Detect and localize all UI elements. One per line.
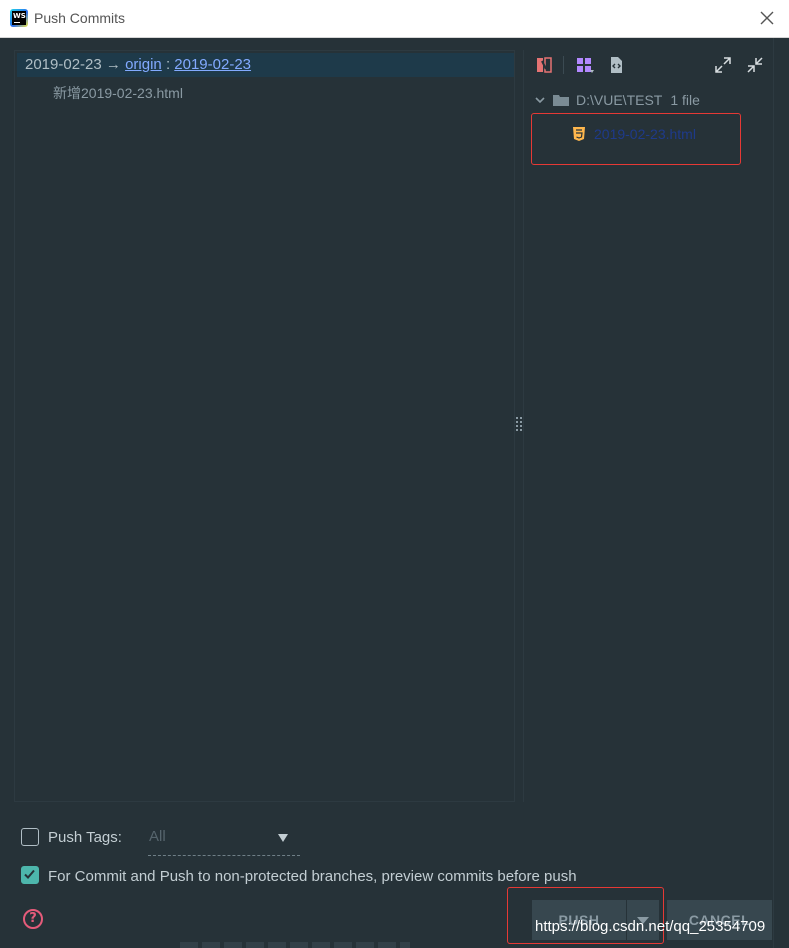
side-scroll-strip bbox=[773, 38, 789, 948]
branch-separator: : bbox=[165, 56, 171, 73]
watermark-text: https://blog.csdn.net/qq_25354709 bbox=[535, 918, 766, 935]
show-diff-icon[interactable] bbox=[606, 55, 626, 75]
commit-list-item[interactable]: 新增2019-02-23.html bbox=[53, 83, 183, 103]
push-tags-value: All bbox=[149, 828, 166, 845]
title-bar: WS Push Commits bbox=[0, 0, 789, 38]
highlight-box-push bbox=[507, 887, 664, 944]
push-tags-checkbox[interactable] bbox=[21, 828, 39, 846]
tree-root-path: D:\VUE\TEST bbox=[576, 92, 663, 108]
help-icon[interactable]: ? bbox=[23, 909, 43, 929]
window-title: Push Commits bbox=[34, 10, 126, 26]
push-tags-label: Push Tags: bbox=[48, 829, 122, 846]
expand-all-icon[interactable] bbox=[713, 55, 733, 75]
chevron-down-icon[interactable] bbox=[534, 94, 546, 106]
tree-root-count: 1 file bbox=[670, 92, 700, 108]
commit-branch-row[interactable]: 2019-02-23 → origin : 2019-02-23 bbox=[17, 53, 514, 77]
checkmark-icon bbox=[24, 869, 35, 879]
remote-link[interactable]: origin bbox=[125, 56, 162, 73]
commits-panel: 2019-02-23 → origin : 2019-02-23 新增2019-… bbox=[14, 50, 515, 802]
push-arrow: → bbox=[105, 56, 121, 73]
push-tags-select[interactable]: All bbox=[148, 826, 300, 856]
diff-icon[interactable] bbox=[534, 55, 554, 75]
webstorm-app-icon: WS bbox=[10, 9, 28, 27]
local-branch: 2019-02-23 bbox=[25, 56, 102, 73]
remote-branch-link[interactable]: 2019-02-23 bbox=[174, 56, 251, 73]
folder-icon bbox=[553, 95, 569, 106]
toolbar-separator bbox=[563, 56, 564, 74]
collapse-all-icon[interactable] bbox=[745, 55, 765, 75]
highlight-box-file bbox=[531, 113, 741, 165]
group-by-icon[interactable] bbox=[575, 55, 595, 75]
preview-commits-checkbox[interactable] bbox=[21, 866, 39, 884]
tree-root-folder[interactable]: D:\VUE\TEST 1 file bbox=[534, 92, 700, 108]
bottom-cutoff-text bbox=[180, 942, 410, 948]
close-icon[interactable] bbox=[759, 10, 775, 26]
splitter-handle[interactable] bbox=[515, 415, 523, 435]
changes-toolbar bbox=[524, 50, 774, 80]
dropdown-arrow-icon bbox=[278, 834, 288, 842]
preview-commits-label: For Commit and Push to non-protected bra… bbox=[48, 868, 577, 885]
